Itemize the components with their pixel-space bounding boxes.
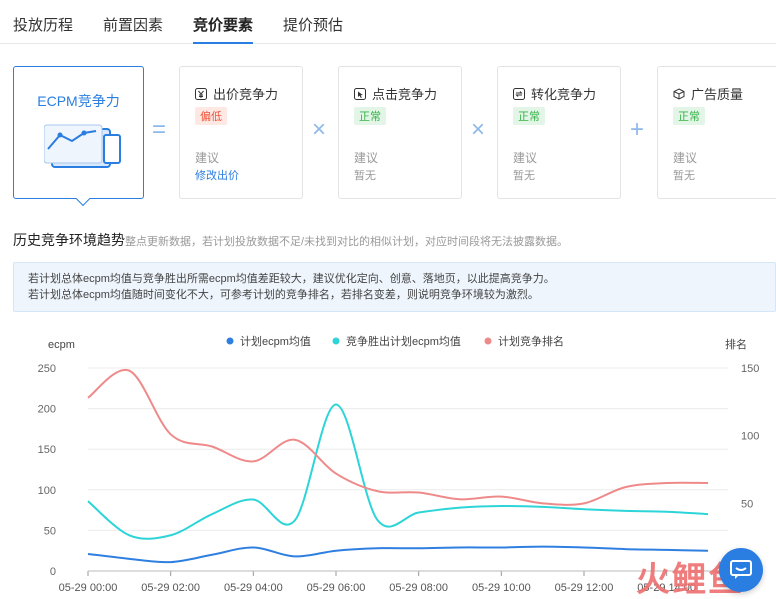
factor-name: 出价竞争力 — [213, 87, 279, 102]
chat-support-button[interactable] — [719, 548, 763, 592]
status-badge: 正常 — [354, 107, 386, 125]
suggest-value: 暂无 — [354, 170, 376, 182]
tab-prerequisites[interactable]: 前置因素 — [103, 14, 163, 44]
legend-item: 计划ecpm均值 — [240, 335, 311, 348]
legend-marker — [332, 337, 340, 345]
x-tick-label: 05-29 06:00 — [307, 582, 366, 594]
info-tip-box: 若计划总体ecpm均值与竞争胜出所需ecpm均值差距较大，建议优化定向、创意、落… — [13, 262, 776, 312]
modify-bid-link[interactable]: 修改出价 — [195, 167, 239, 183]
section-hint: 整点更新数据，若计划投放数据不足/未找到对比的相似计划，对应时间段将无法披露数据… — [125, 236, 569, 248]
x-tick-label: 05-29 08:00 — [389, 582, 448, 594]
series-line-2 — [87, 403, 709, 540]
x-tick-label: 05-29 10:00 — [472, 582, 531, 594]
suggest-label: 建议 — [354, 151, 379, 165]
plus-operator: + — [630, 116, 645, 143]
tip-line: 若计划总体ecpm均值与竞争胜出所需ecpm均值差距较大，建议优化定向、创意、落… — [28, 273, 555, 285]
yen-icon — [195, 87, 207, 100]
chat-icon — [730, 560, 752, 579]
cube-icon — [673, 87, 685, 100]
multiply-operator: × — [471, 116, 486, 143]
multiply-operator: × — [312, 116, 327, 143]
y-tick-left: 250 — [38, 363, 56, 375]
tip-line: 若计划总体ecpm均值随时间变化不大，可参考计划的竞争排名，若排名变差，则说明竞… — [28, 289, 539, 301]
legend-marker — [226, 337, 234, 345]
click-icon — [354, 87, 366, 100]
legend-item: 竞争胜出计划ecpm均值 — [346, 334, 461, 348]
suggest-value: 暂无 — [513, 170, 535, 182]
x-tick-label: 05-29 02:00 — [141, 582, 200, 594]
series-line-3 — [87, 368, 709, 506]
factor-name: 点击竞争力 — [372, 87, 438, 102]
tab-delivery-history[interactable]: 投放历程 — [13, 14, 73, 44]
series-line-1 — [87, 545, 709, 564]
status-badge: 正常 — [673, 107, 705, 125]
y-tick-left: 0 — [50, 566, 56, 578]
convert-icon — [513, 87, 525, 100]
factor-card-ad-quality[interactable]: 广告质量 正常 建议 暂无 — [657, 66, 776, 199]
y-tick-right: 150 — [741, 363, 759, 375]
x-tick-label: 05-29 00:00 — [59, 582, 118, 594]
y-axis-label-right: 排名 — [725, 337, 747, 351]
y-tick-right: 50 — [741, 498, 753, 510]
suggest-label: 建议 — [673, 151, 698, 165]
factor-card-click[interactable]: 点击竞争力 正常 建议 暂无 — [338, 66, 462, 199]
y-tick-right: 100 — [741, 431, 759, 443]
ecpm-chart-illustration-icon — [44, 124, 121, 168]
tab-bar: 投放历程 前置因素 竞价要素 提价预估 — [0, 0, 776, 44]
tab-bidding-factors[interactable]: 竞价要素 — [193, 14, 254, 44]
y-axis-label-left: ecpm — [48, 339, 75, 351]
suggest-value: 暂无 — [673, 170, 695, 182]
suggest-label: 建议 — [195, 151, 220, 165]
legend-marker — [484, 337, 492, 345]
ecpm-competitiveness-card[interactable]: ECPM竞争力 — [13, 66, 144, 207]
status-badge: 正常 — [513, 107, 545, 125]
y-tick-left: 100 — [38, 485, 56, 497]
section-title: 历史竞争环境趋势 — [13, 232, 125, 248]
status-badge: 偏低 — [195, 107, 227, 125]
suggest-label: 建议 — [513, 151, 538, 165]
y-tick-left: 150 — [38, 444, 56, 456]
legend-item: 计划竞争排名 — [498, 334, 564, 348]
factor-card-conversion[interactable]: 转化竞争力 正常 建议 暂无 — [497, 66, 621, 199]
factor-name: 广告质量 — [691, 87, 744, 102]
y-tick-left: 200 — [38, 404, 56, 416]
x-tick-label: 05-29 04:00 — [224, 582, 283, 594]
tab-bid-estimate[interactable]: 提价预估 — [283, 14, 343, 44]
equals-operator: = — [152, 116, 167, 143]
factor-name: 转化竞争力 — [531, 87, 597, 102]
y-tick-left: 50 — [44, 525, 56, 537]
x-tick-label: 05-29 12:00 — [555, 582, 614, 594]
factor-card-bid[interactable]: 出价竞争力 偏低 建议 修改出价 — [179, 66, 303, 199]
ecpm-card-title: ECPM竞争力 — [37, 93, 120, 109]
